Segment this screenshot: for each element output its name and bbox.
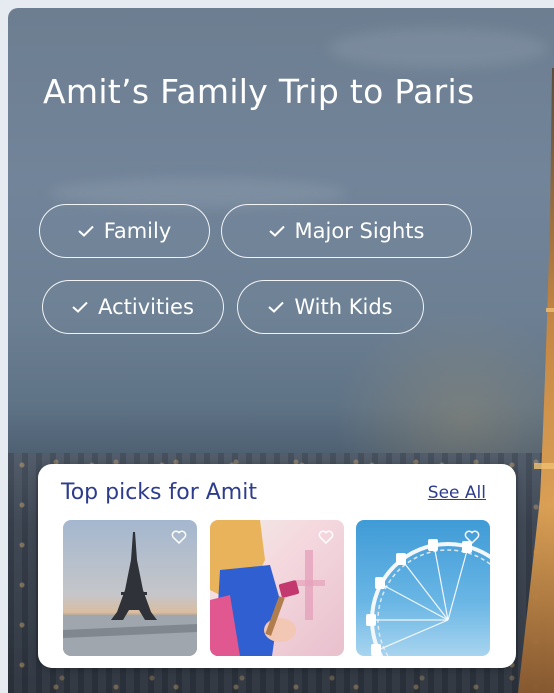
tag-label: With Kids — [294, 295, 393, 319]
tag-major-sights[interactable]: Major Sights — [221, 204, 472, 258]
see-all-link[interactable]: See All — [428, 483, 486, 503]
check-icon — [268, 225, 285, 237]
pick-card-ferris-wheel[interactable] — [356, 520, 490, 656]
heart-icon[interactable] — [171, 529, 187, 545]
heart-icon[interactable] — [464, 529, 480, 545]
check-icon — [72, 301, 88, 313]
tag-label: Activities — [98, 295, 194, 319]
top-picks-heading: Top picks for Amit — [61, 480, 257, 505]
tag-label: Major Sights — [294, 219, 425, 243]
top-picks-panel: Top picks for Amit See All — [38, 464, 516, 668]
tag-label: Family — [103, 219, 172, 243]
check-icon — [268, 301, 285, 313]
trip-title: Amit’s Family Trip to Paris — [43, 72, 475, 111]
pick-card-eiffel-tower[interactable] — [63, 520, 197, 656]
tag-activities[interactable]: Activities — [42, 280, 224, 334]
heart-icon[interactable] — [318, 529, 334, 545]
check-icon — [78, 225, 94, 237]
sky-cloud — [328, 28, 548, 68]
trip-hero-card: Amit’s Family Trip to Paris Family Major… — [8, 8, 554, 693]
pick-card-kids-activity[interactable] — [210, 520, 344, 656]
tag-family[interactable]: Family — [39, 204, 210, 258]
tag-with-kids[interactable]: With Kids — [237, 280, 424, 334]
